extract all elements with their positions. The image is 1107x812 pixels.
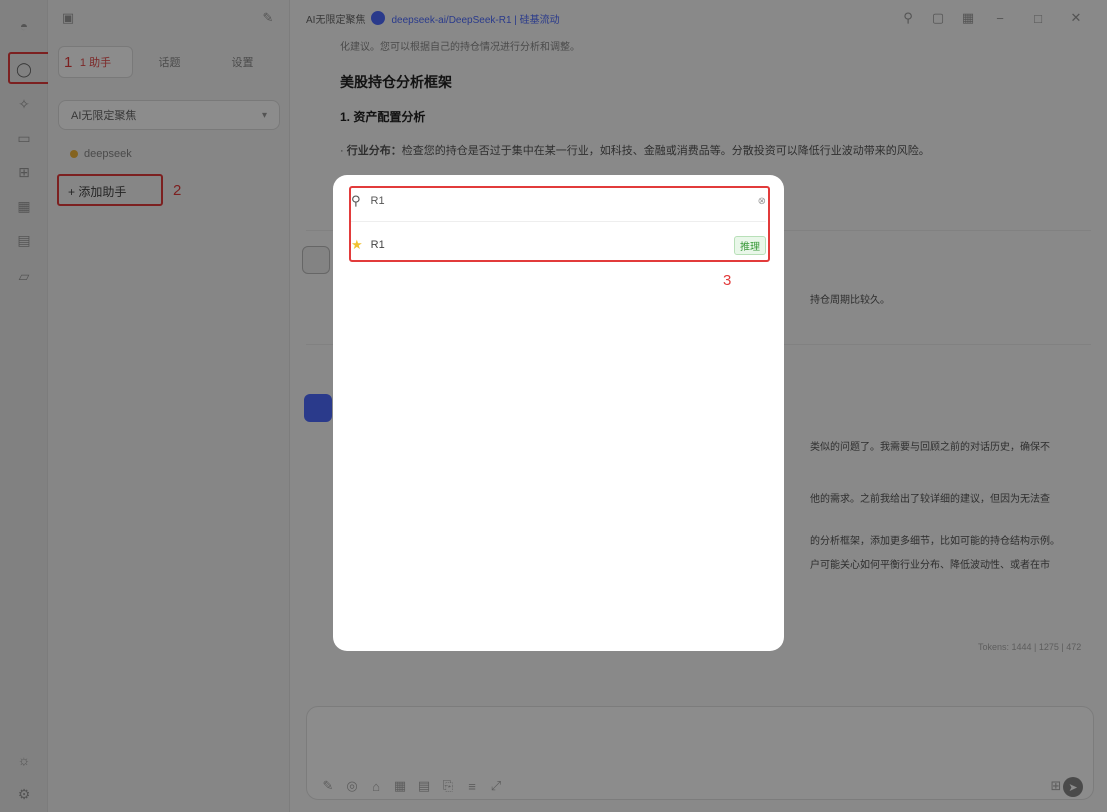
annotation-number-3: 3 (723, 272, 732, 289)
highlight-box-search (349, 186, 770, 262)
